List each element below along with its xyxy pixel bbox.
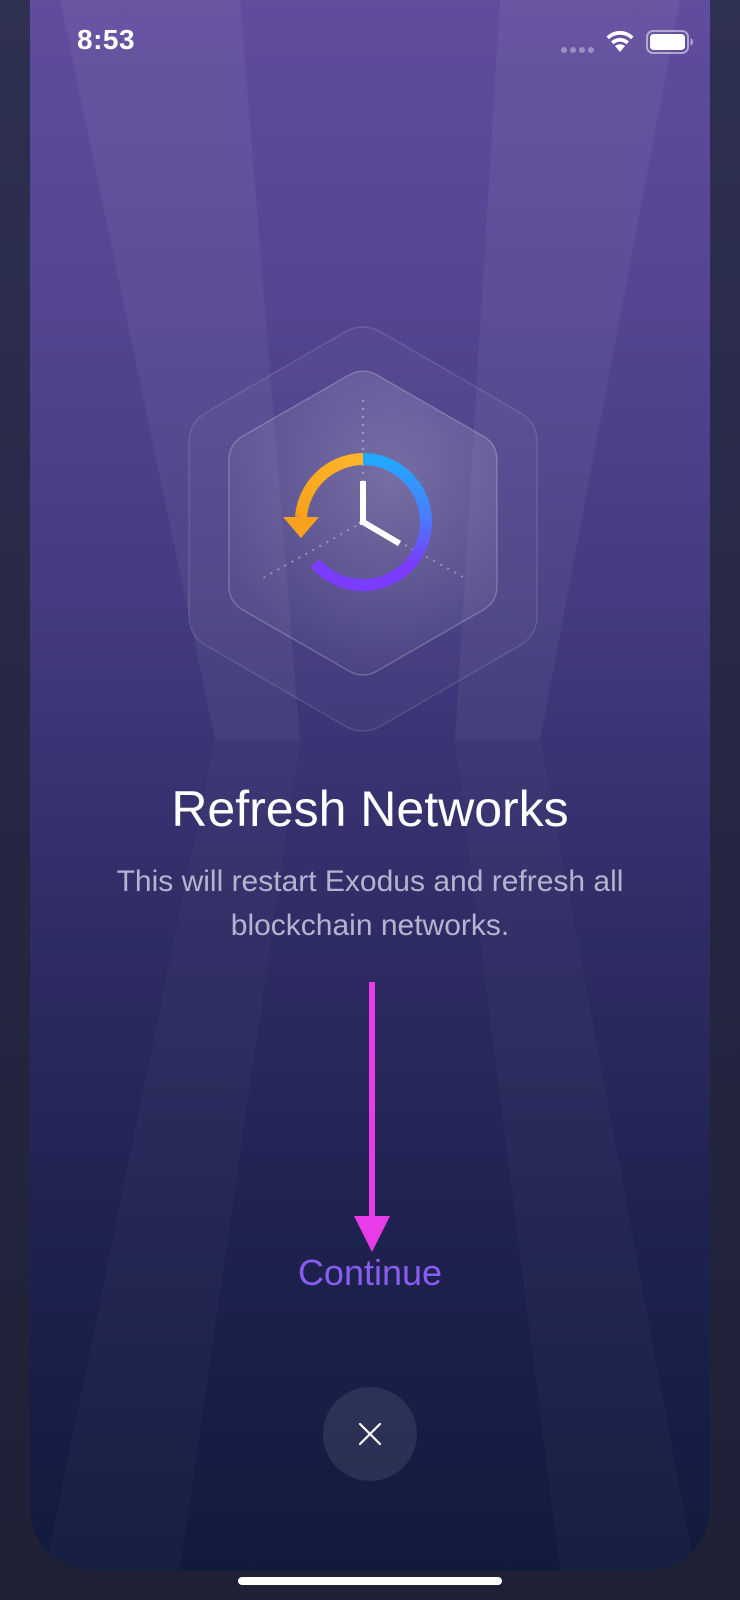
close-button[interactable] xyxy=(323,1387,417,1481)
refresh-clock-emblem xyxy=(188,326,538,732)
status-time: 8:53 xyxy=(77,24,136,55)
close-icon xyxy=(358,1422,382,1446)
home-indicator[interactable] xyxy=(238,1577,502,1585)
wifi-icon xyxy=(606,30,634,52)
annotation-arrow-down-icon xyxy=(354,982,390,1252)
battery-full-icon xyxy=(646,30,693,54)
signal-dots-icon xyxy=(561,47,594,53)
page-title: Refresh Networks xyxy=(171,781,569,837)
continue-button[interactable]: Continue xyxy=(270,1245,470,1301)
page-description: This will restart Exodus and refresh all… xyxy=(116,865,624,942)
status-bar: 8:53 xyxy=(0,0,740,86)
